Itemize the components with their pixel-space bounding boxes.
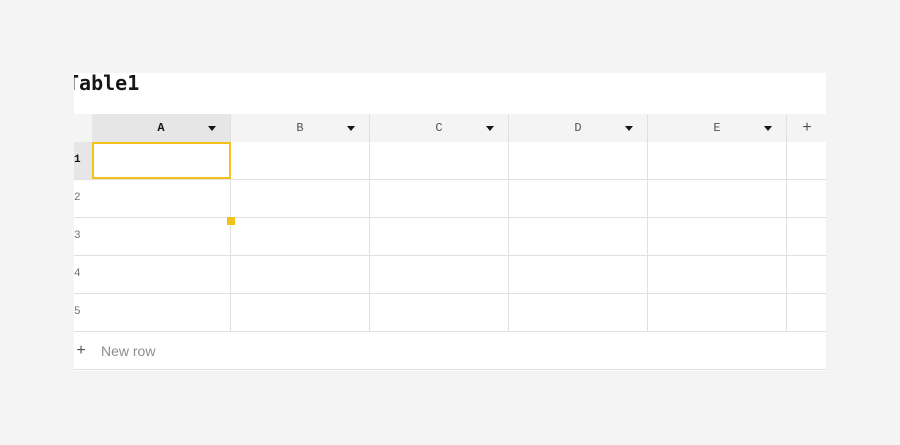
cell-a5[interactable] — [92, 294, 231, 331]
cell-b2[interactable] — [231, 180, 370, 217]
corner-cell[interactable] — [74, 114, 92, 142]
plus-icon: + — [76, 342, 86, 359]
cell-c5[interactable] — [370, 294, 509, 331]
cell-b1[interactable] — [231, 142, 370, 179]
cell-d2[interactable] — [509, 180, 648, 217]
cell-a4[interactable] — [92, 256, 231, 293]
new-row-label: New row — [101, 343, 156, 359]
column-header-row: A B C D E + — [74, 114, 826, 142]
row-number[interactable]: 4 — [74, 256, 92, 293]
cell-a1[interactable] — [92, 142, 231, 179]
cell-e3[interactable] — [648, 218, 787, 255]
cell-c2[interactable] — [370, 180, 509, 217]
cell-b4[interactable] — [231, 256, 370, 293]
cell-b3[interactable] — [231, 218, 370, 255]
row-number[interactable]: 3 — [74, 218, 92, 255]
cell-c4[interactable] — [370, 256, 509, 293]
cell-extra — [788, 218, 826, 255]
table-panel: Table1 A B C D E + 1 2 3 4 5 + New row — [74, 73, 826, 371]
table-title[interactable]: Table1 — [74, 73, 139, 94]
cell-e2[interactable] — [648, 180, 787, 217]
cell-a2[interactable] — [92, 180, 231, 217]
column-header-c[interactable]: C — [370, 114, 509, 142]
cell-b5[interactable] — [231, 294, 370, 331]
cell-extra — [788, 142, 826, 179]
cell-d1[interactable] — [509, 142, 648, 179]
table-row: 5 — [74, 294, 826, 332]
column-header-d[interactable]: D — [509, 114, 648, 142]
cell-e5[interactable] — [648, 294, 787, 331]
new-row-button[interactable]: + New row — [74, 332, 826, 370]
fill-handle[interactable] — [227, 217, 235, 225]
cell-d5[interactable] — [509, 294, 648, 331]
cell-d4[interactable] — [509, 256, 648, 293]
cell-d3[interactable] — [509, 218, 648, 255]
chevron-down-icon[interactable] — [347, 126, 355, 131]
cell-e1[interactable] — [648, 142, 787, 179]
cell-a3[interactable] — [92, 218, 231, 255]
cell-e4[interactable] — [648, 256, 787, 293]
row-number[interactable]: 1 — [74, 142, 92, 179]
chevron-down-icon[interactable] — [486, 126, 494, 131]
column-header-e[interactable]: E — [648, 114, 787, 142]
table-header: Table1 — [74, 73, 826, 114]
table-row: 2 — [74, 180, 826, 218]
cell-extra — [788, 256, 826, 293]
table-row: 3 — [74, 218, 826, 256]
row-number[interactable]: 5 — [74, 294, 92, 331]
row-number[interactable]: 2 — [74, 180, 92, 217]
chevron-down-icon[interactable] — [208, 126, 216, 131]
column-header-b[interactable]: B — [231, 114, 370, 142]
cell-extra — [788, 180, 826, 217]
cell-c3[interactable] — [370, 218, 509, 255]
cell-extra — [788, 294, 826, 331]
column-header-a[interactable]: A — [92, 114, 231, 142]
chevron-down-icon[interactable] — [625, 126, 633, 131]
table-row: 1 — [74, 142, 826, 180]
chevron-down-icon[interactable] — [764, 126, 772, 131]
cell-c1[interactable] — [370, 142, 509, 179]
add-column-button[interactable]: + — [788, 114, 826, 142]
table-row: 4 — [74, 256, 826, 294]
